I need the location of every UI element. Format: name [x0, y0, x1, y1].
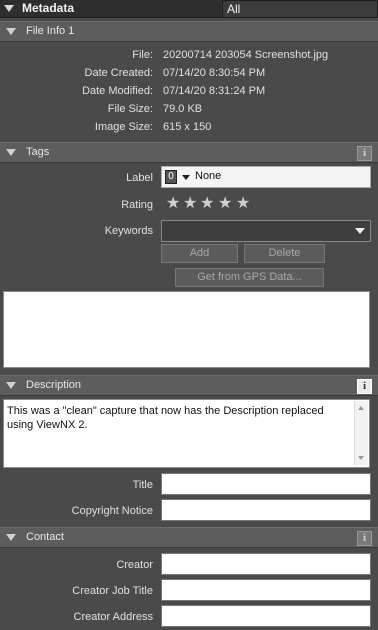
chevron-down-icon	[355, 228, 365, 234]
collapse-triangle-icon[interactable]	[4, 5, 14, 12]
metadata-filter-select[interactable]: All	[222, 0, 378, 18]
title-field[interactable]	[161, 473, 371, 495]
date-created-value: 07/14/20 8:30:54 PM	[163, 67, 266, 79]
info-icon[interactable]: i	[357, 531, 372, 546]
section-title: Tags	[26, 146, 50, 158]
chevron-down-icon	[182, 175, 190, 180]
title-label: Title	[132, 479, 153, 491]
section-header-tags[interactable]: Tags i	[0, 142, 378, 163]
creator-job-title-label: Creator Job Title	[72, 585, 153, 597]
creator-address-field[interactable]	[161, 605, 371, 627]
scroll-down-icon[interactable]	[358, 456, 364, 460]
copyright-notice-label: Copyright Notice	[71, 505, 153, 517]
scroll-up-icon[interactable]	[358, 406, 364, 410]
file-size-label: File Size:	[107, 103, 153, 115]
section-title: Contact	[26, 531, 64, 543]
section-header-file-info[interactable]: File Info 1	[0, 21, 378, 42]
description-text: This was a "clean" capture that now has …	[7, 405, 324, 431]
label-color-badge: 0	[165, 170, 177, 184]
keywords-label: Keywords	[104, 225, 153, 237]
file-size-value: 79.0 KB	[163, 103, 203, 115]
rating-label: Rating	[121, 199, 153, 211]
rating-star-icon[interactable]: ★	[218, 193, 232, 213]
rating-star-icon[interactable]: ★	[166, 193, 180, 213]
creator-job-title-field[interactable]	[161, 579, 371, 601]
section-title: File Info 1	[26, 25, 75, 37]
keywords-list[interactable]	[3, 291, 370, 368]
section-header-description[interactable]: Description i	[0, 375, 378, 396]
label-field-label: Label	[126, 172, 153, 184]
section-title: Description	[26, 379, 82, 391]
rating-star-icon[interactable]: ★	[200, 193, 214, 213]
get-from-gps-button[interactable]: Get from GPS Data...	[175, 268, 324, 287]
rating-star-icon[interactable]: ★	[183, 193, 197, 213]
file-value: 20200714 203054 Screenshot.jpg	[163, 49, 329, 61]
image-size-value: 615 x 150	[163, 121, 212, 133]
copyright-notice-field[interactable]	[161, 499, 371, 521]
collapse-triangle-icon[interactable]	[6, 28, 16, 35]
creator-address-label: Creator Address	[73, 611, 153, 623]
label-dropdown[interactable]: 0 None	[161, 166, 371, 188]
image-size-label: Image Size:	[94, 121, 153, 133]
description-textarea[interactable]: This was a "clean" capture that now has …	[3, 399, 370, 468]
date-created-label: Date Created:	[84, 67, 153, 79]
delete-keyword-button[interactable]: Delete	[244, 244, 325, 263]
panel-title: Metadata	[22, 1, 75, 15]
collapse-triangle-icon[interactable]	[6, 149, 16, 156]
creator-label: Creator	[116, 559, 153, 571]
label-value: None	[195, 170, 222, 182]
info-icon[interactable]: i	[357, 146, 372, 161]
section-header-contact[interactable]: Contact i	[0, 527, 378, 548]
add-keyword-button[interactable]: Add	[161, 244, 238, 263]
creator-field[interactable]	[161, 553, 371, 575]
rating-star-icon[interactable]: ★	[236, 193, 250, 213]
date-modified-label: Date Modified:	[82, 85, 153, 97]
description-scrollbar[interactable]	[354, 401, 368, 465]
file-label: File:	[132, 49, 153, 61]
metadata-filter-value: All	[227, 2, 241, 16]
info-icon[interactable]: i	[357, 379, 372, 394]
collapse-triangle-icon[interactable]	[6, 382, 16, 389]
date-modified-value: 07/14/20 8:31:24 PM	[163, 85, 266, 97]
keywords-dropdown[interactable]	[161, 220, 371, 242]
collapse-triangle-icon[interactable]	[6, 534, 16, 541]
